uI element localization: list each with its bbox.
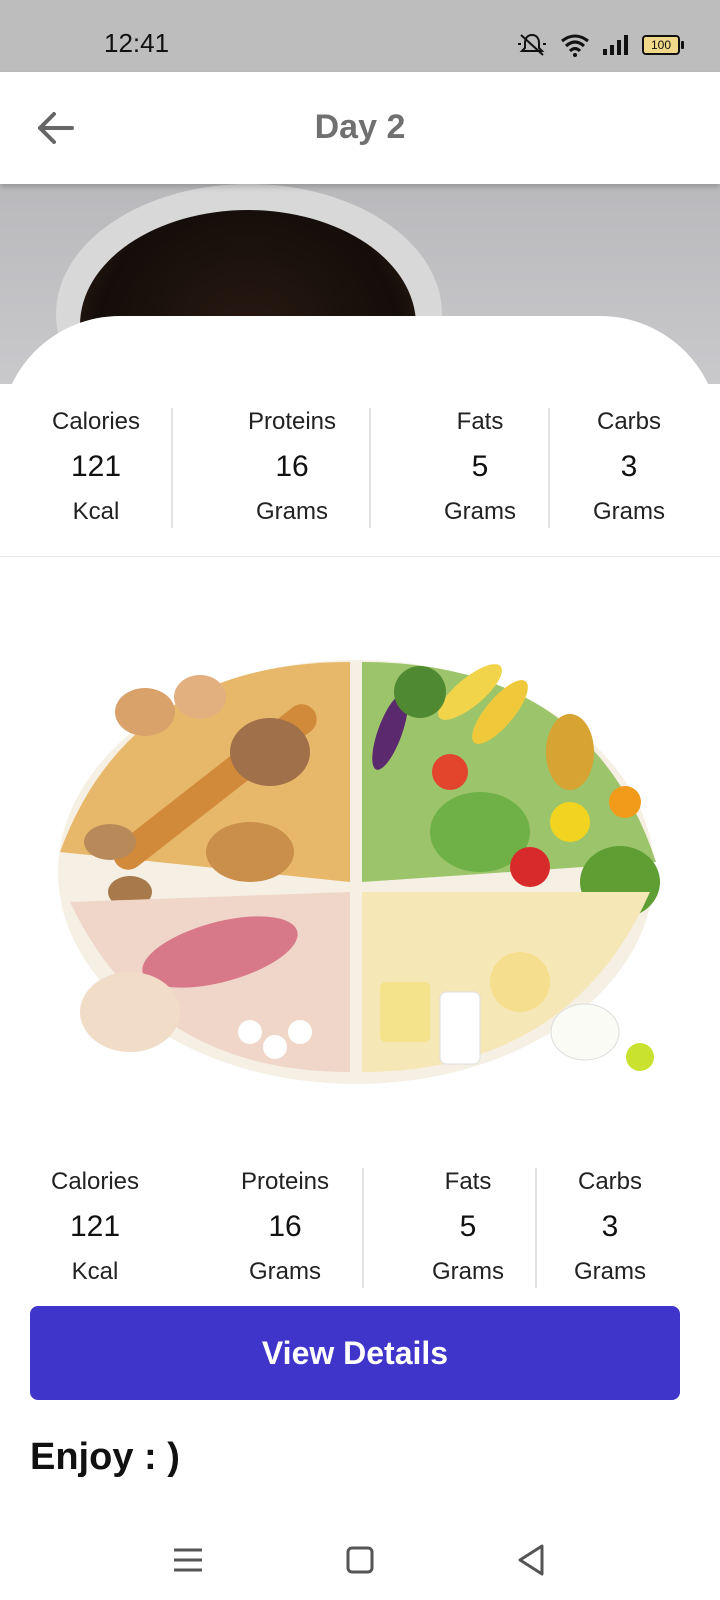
daily-summary: Calories 121 Kcal Proteins 16 Grams Fats… [0, 408, 720, 528]
meal-carbs-value: 3 [601, 1210, 619, 1243]
meal-image [58, 660, 660, 1084]
divider [171, 408, 173, 528]
status-bar: 12:41 100 [0, 0, 720, 72]
home-icon[interactable] [340, 1540, 380, 1580]
view-details-button[interactable]: View Details [30, 1306, 680, 1400]
meal-proteins: Proteins 16 Grams [225, 1168, 345, 1286]
meal-carbs: Carbs 3 Grams [560, 1168, 660, 1286]
page-title: Day 2 [314, 108, 406, 146]
wifi-icon [561, 34, 589, 57]
divider [362, 1168, 364, 1288]
carbs-unit: Grams [593, 498, 665, 525]
carbs-label: Carbs [596, 408, 662, 435]
meal-calories-label: Calories [50, 1168, 140, 1195]
section-divider [0, 556, 720, 557]
enjoy-text: Enjoy : ) [30, 1436, 180, 1478]
meal-calories: Calories 121 Kcal [45, 1168, 145, 1286]
app-bar: Day 2 [0, 72, 720, 184]
divider [369, 408, 371, 528]
calories-value: 121 [70, 450, 122, 483]
meal-proteins-value: 16 [268, 1210, 302, 1243]
status-icons: 100 [516, 30, 684, 60]
menu-icon[interactable] [168, 1540, 208, 1580]
summary-fats: Fats 5 Grams [430, 408, 530, 526]
proteins-value: 16 [275, 450, 309, 483]
divider [548, 408, 550, 528]
meal-calories-value: 121 [69, 1210, 121, 1243]
fats-unit: Grams [444, 498, 516, 525]
battery-icon: 100 [642, 35, 684, 55]
meal-calories-unit: Kcal [71, 1258, 119, 1285]
meal-proteins-label: Proteins [240, 1168, 330, 1195]
summary-proteins: Proteins 16 Grams [232, 408, 352, 526]
summary-carbs: Carbs 3 Grams [579, 408, 679, 526]
proteins-unit: Grams [256, 498, 328, 525]
meal-proteins-unit: Grams [249, 1258, 321, 1285]
meal-fats: Fats 5 Grams [418, 1168, 518, 1286]
fats-value: 5 [471, 450, 489, 483]
divider [535, 1168, 537, 1288]
calories-unit: Kcal [72, 498, 120, 525]
back-nav-icon[interactable] [512, 1540, 552, 1580]
meal-carbs-label: Carbs [577, 1168, 643, 1195]
carbs-value: 3 [620, 450, 638, 483]
fats-label: Fats [456, 408, 504, 435]
mute-bell-icon [518, 33, 546, 56]
status-time: 12:41 [104, 28, 170, 58]
meal-fats-value: 5 [459, 1210, 477, 1243]
meal-fats-label: Fats [444, 1168, 492, 1195]
summary-calories: Calories 121 Kcal [46, 408, 146, 526]
meal-summary: Calories 121 Kcal Proteins 16 Grams Fats… [0, 1168, 720, 1288]
proteins-label: Proteins [247, 408, 337, 435]
meal-fats-unit: Grams [432, 1258, 504, 1285]
system-nav-bar [0, 1520, 720, 1600]
signal-icon [603, 35, 628, 55]
meal-carbs-unit: Grams [574, 1258, 646, 1285]
calories-label: Calories [51, 408, 141, 435]
